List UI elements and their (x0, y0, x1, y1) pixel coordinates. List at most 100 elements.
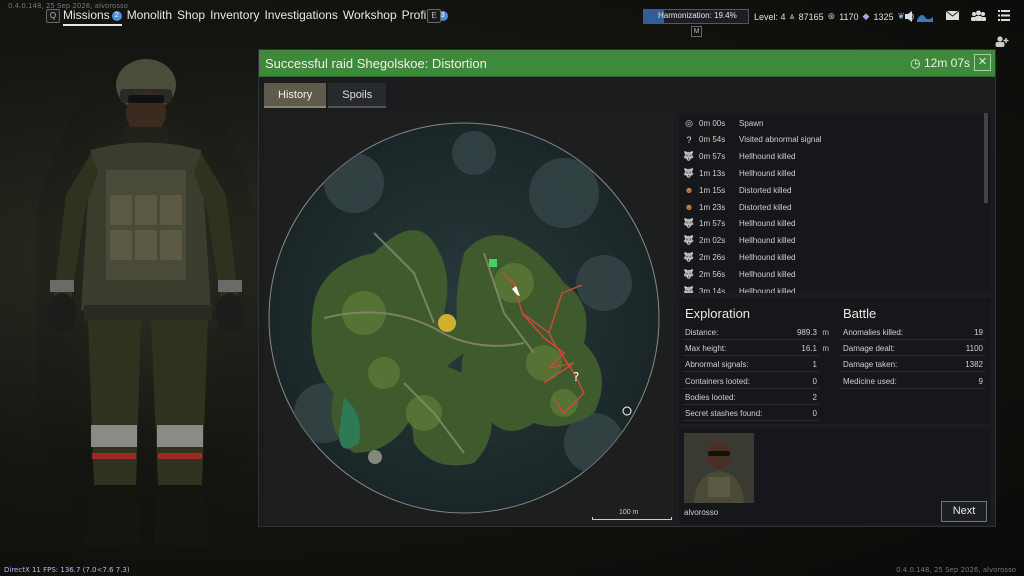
exploration-stat-row: Bodies looted: 2 (683, 391, 819, 405)
distorted-icon: ☻ (684, 202, 694, 212)
question-icon: ? (686, 134, 692, 145)
log-row: 🐺 2m 56s Hellhound killed (683, 266, 795, 282)
stat-label: Containers looted: (685, 376, 750, 386)
raid-history-log[interactable]: ◎ 0m 00s Spawn? 0m 54s Visited abnormal sign… (679, 113, 991, 293)
exploration-stat-row: Distance: 989.3 m (683, 326, 829, 340)
exploration-stat-row: Containers looted: 0 (683, 375, 819, 389)
clock-icon: ◷ (910, 56, 921, 70)
battle-stat-row: Medicine used: 9 (841, 375, 985, 389)
log-time: 1m 57s (699, 219, 726, 229)
battle-stat-row: Damage taken: 1382 (841, 358, 985, 373)
map-scale-bar (592, 517, 672, 520)
hellhound-icon: 🐺 (683, 251, 695, 262)
mail-icon[interactable] (945, 10, 960, 26)
add-friend-icon[interactable] (995, 36, 1009, 50)
log-event: Hellhound killed (739, 252, 796, 262)
log-scrollbar[interactable] (984, 113, 988, 203)
stat-value: 1382 (965, 360, 983, 370)
log-row: 🐺 3m 14s Hellhound killed (683, 283, 795, 294)
raid-result-dialog: Successful raid Shegolskoe: Distortion ◷… (258, 49, 996, 527)
log-time: 1m 23s (699, 202, 726, 212)
log-event: Hellhound killed (739, 269, 796, 279)
dialog-header: Successful raid Shegolskoe: Distortion ◷… (259, 50, 995, 77)
exploration-title: Exploration (685, 306, 751, 321)
hellhound-icon: 🐺 (683, 167, 695, 178)
log-row: ☻ 1m 23s Distorted killed (683, 199, 791, 215)
nav-shop[interactable]: Shop (177, 8, 205, 26)
stat-value: 2 (812, 392, 817, 402)
friends-icon[interactable] (971, 10, 986, 26)
level-label: Level: 4 (754, 11, 786, 22)
stat-value: 1100 (965, 344, 983, 354)
harmonization-label: Harmonization: 19.4% (658, 11, 737, 20)
nav-investigations[interactable]: Investigations (264, 8, 337, 26)
stat-value: 0 (812, 376, 817, 386)
coin-icon: ⊛ (827, 11, 836, 21)
menu-icon[interactable] (998, 10, 1010, 26)
hellhound-icon: 🐺 (683, 285, 695, 294)
fps-counter: DirectX 11 FPS: 136.7 (7.0<7.6 7.3) (4, 566, 130, 574)
stat-value: 0 (812, 409, 817, 418)
exploration-stat-row: Secret stashes found: 0 (683, 407, 819, 421)
exploration-stat-row: Max height: 16.1 m (683, 342, 829, 357)
currency-1-value: 87165 (798, 11, 824, 22)
nav-missions[interactable]: Missions 2 (63, 8, 122, 26)
volume-icon[interactable] (904, 10, 934, 26)
hellhound-icon: 🐺 (683, 268, 695, 279)
log-row: ☻ 1m 15s Distorted killed (683, 182, 791, 198)
distorted-icon: ☻ (684, 185, 694, 196)
character-model (26, 55, 266, 575)
tab-history[interactable]: History (264, 83, 327, 108)
currency-2-value: 1170 (839, 11, 859, 22)
stat-label: Max height: (685, 344, 727, 354)
nav-monolith[interactable]: Monolith (127, 8, 172, 26)
log-row: 🐺 1m 57s Hellhound killed (683, 216, 795, 232)
log-time: 3m 14s (699, 286, 726, 294)
stat-value: 19 (974, 328, 983, 337)
log-event: Distorted killed (739, 185, 792, 195)
next-tab-key: E (427, 9, 441, 23)
stat-label: Distance: (685, 328, 719, 337)
stat-value: 9 (978, 376, 983, 386)
stat-unit: m (822, 328, 829, 337)
log-event: Hellhound killed (739, 219, 796, 229)
harmonization-bar[interactable]: Harmonization: 19.4% (643, 9, 749, 24)
log-time: 2m 56s (699, 269, 726, 279)
stat-label: Bodies looted: (685, 392, 736, 402)
build-info-bottom: 0.4.0.148, 25 Sep 2026, alvorosso (896, 566, 1016, 574)
stat-value: 989.3 (796, 328, 817, 337)
log-event: Hellhound killed (739, 236, 796, 246)
missions-badge: 2 (111, 11, 122, 21)
stat-value: 16.1 (801, 344, 817, 354)
raid-map[interactable]: ? 100 m (264, 113, 674, 523)
player-name: alvorosso (684, 508, 719, 517)
log-event: Spawn (739, 118, 764, 128)
hellhound-icon: 🐺 (683, 218, 695, 229)
stat-label: Damage taken: (843, 360, 898, 370)
log-row: 🐺 2m 02s Hellhound killed (683, 233, 795, 249)
nav-workshop[interactable]: Workshop (343, 8, 397, 26)
hellhound-icon: 🐺 (683, 151, 695, 162)
next-button[interactable]: Next (941, 501, 987, 522)
tab-spoils[interactable]: Spoils (328, 83, 387, 108)
log-row: 🐺 0m 57s Hellhound killed (683, 149, 795, 165)
avatar (684, 433, 754, 503)
rank-icon: ⩓ (789, 11, 795, 21)
stat-value: 1 (812, 360, 817, 370)
prev-tab-key: Q (46, 9, 60, 23)
player-stats: Level: 4 ⩓ 87165 ⊛ 1170 ◆ 1325 ❦ 0 (754, 11, 914, 22)
stat-label: Abnormal signals: (685, 360, 749, 370)
exploration-stat-row: Abnormal signals: 1 (683, 358, 819, 373)
stat-label: Medicine used: (843, 376, 897, 386)
map-scale-label: 100 m (619, 509, 639, 516)
harmonization-key: M (691, 26, 702, 37)
crystal-icon: ◆ (862, 11, 870, 21)
close-button[interactable]: ✕ (974, 54, 991, 71)
dialog-tabs: History Spoils (264, 83, 387, 108)
stat-label: Anomalies killed: (843, 328, 904, 337)
log-event: Hellhound killed (739, 152, 796, 162)
nav-inventory[interactable]: Inventory (210, 8, 259, 26)
spawn-icon: ◎ (685, 117, 693, 128)
top-navigation-bar: Q Missions 2 Monolith Shop Inventory Inve… (0, 6, 1024, 47)
hellhound-icon: 🐺 (683, 235, 695, 246)
